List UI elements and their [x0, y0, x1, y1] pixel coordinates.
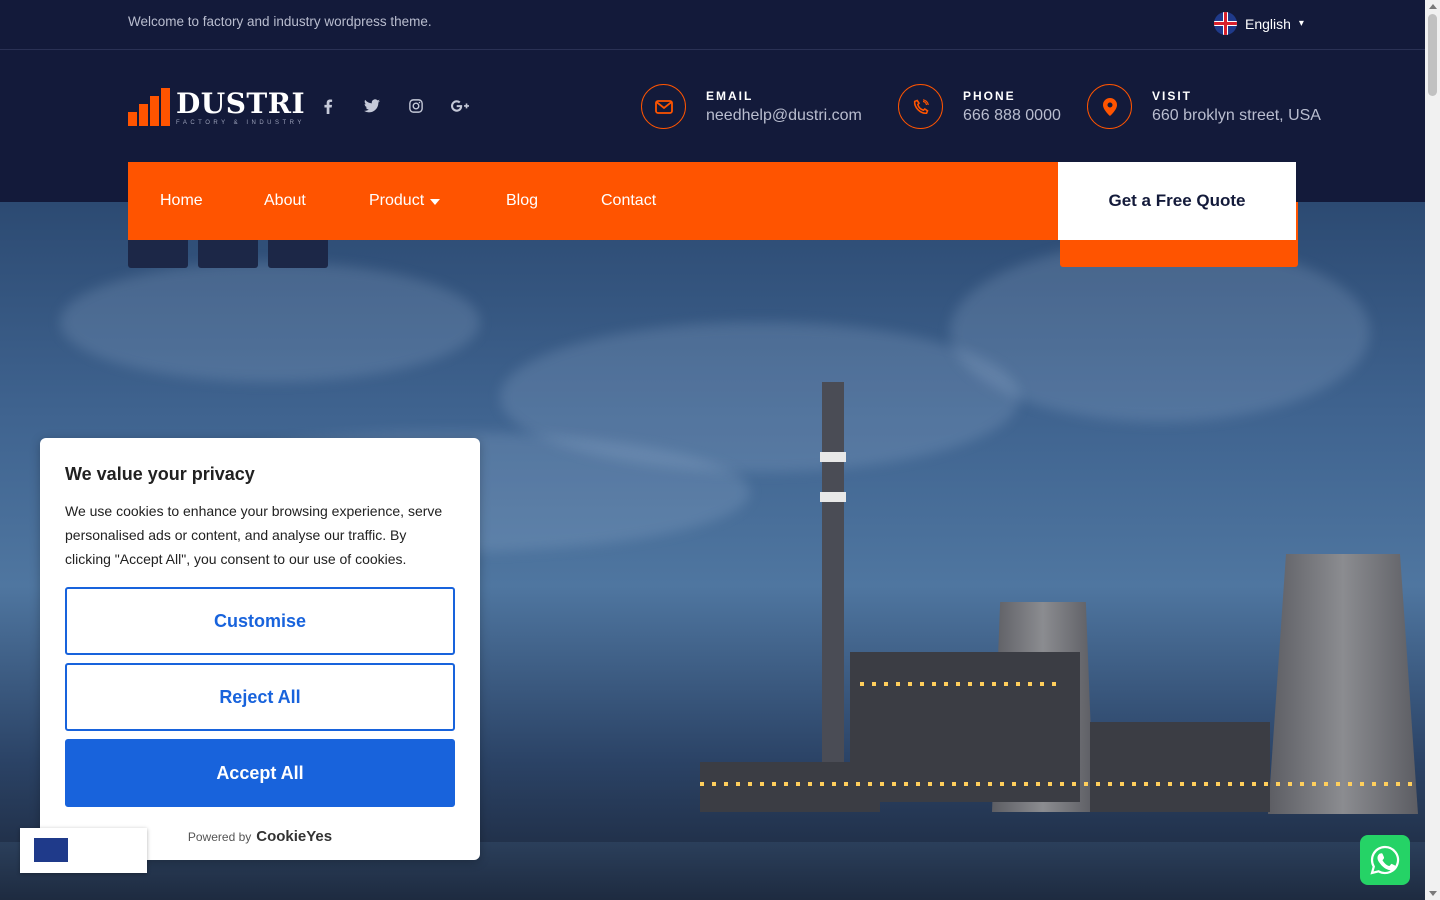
chevron-down-icon: ▾	[1298, 18, 1304, 29]
scroll-up-icon[interactable]	[1429, 4, 1437, 9]
nav-about[interactable]: About	[264, 192, 306, 210]
nav-product-label: Product	[369, 192, 425, 209]
contact-email[interactable]: EMAIL needhelp@dustri.com	[641, 84, 862, 129]
contact-visit[interactable]: VISIT 660 broklyn street, USA	[1087, 84, 1321, 129]
site-logo[interactable]: DUSTRI FACTORY & INDUSTRY	[128, 88, 305, 126]
logo-title: DUSTRI	[176, 87, 306, 120]
scroll-thumb[interactable]	[1428, 14, 1437, 96]
email-value[interactable]: needhelp@dustri.com	[706, 107, 862, 125]
whatsapp-button[interactable]	[1360, 835, 1410, 885]
main-nav: Home About Product Blog Contact	[128, 162, 1058, 240]
powered-by-label: Powered by	[187, 829, 252, 844]
uk-flag-icon	[34, 838, 68, 862]
get-free-quote-button[interactable]: Get a Free Quote	[1058, 162, 1296, 240]
logo-tagline: FACTORY & INDUSTRY	[176, 120, 305, 126]
language-selector[interactable]: English ▾	[1214, 12, 1304, 35]
page-scrollbar[interactable]	[1425, 0, 1440, 900]
nav-home[interactable]: Home	[160, 192, 203, 210]
customise-button[interactable]: Customise	[65, 587, 455, 655]
cookieyes-logo[interactable]: CookieYes	[256, 828, 332, 845]
cookie-title: We value your privacy	[65, 464, 255, 484]
phone-icon	[898, 84, 943, 129]
instagram-icon[interactable]	[406, 96, 426, 116]
social-links	[318, 96, 470, 116]
logo-bars-icon	[128, 88, 170, 126]
nav-blog[interactable]: Blog	[506, 192, 538, 210]
twitter-icon[interactable]	[362, 96, 382, 116]
email-label: EMAIL	[706, 88, 754, 103]
envelope-icon	[641, 84, 686, 129]
facebook-icon[interactable]	[318, 96, 338, 116]
language-label: English	[1245, 15, 1291, 32]
map-pin-icon	[1087, 84, 1132, 129]
google-plus-icon[interactable]	[450, 96, 470, 116]
accept-all-button[interactable]: Accept All	[65, 739, 455, 807]
visit-value[interactable]: 660 broklyn street, USA	[1152, 107, 1321, 125]
phone-value[interactable]: 666 888 0000	[963, 107, 1061, 125]
reject-all-button[interactable]: Reject All	[65, 663, 455, 731]
whatsapp-icon	[1370, 845, 1400, 875]
caret-down-icon	[430, 199, 441, 205]
nav-contact[interactable]: Contact	[601, 192, 656, 210]
cookie-consent-banner: We value your privacy We use cookies to …	[40, 438, 480, 860]
phone-label: PHONE	[963, 88, 1016, 103]
visit-label: VISIT	[1152, 88, 1193, 103]
language-widget[interactable]	[20, 828, 147, 873]
top-bar: Welcome to factory and industry wordpres…	[0, 0, 1425, 50]
cookie-description: We use cookies to enhance your browsing …	[65, 503, 443, 567]
uk-flag-icon	[1214, 12, 1237, 35]
scroll-down-icon[interactable]	[1429, 891, 1437, 896]
contact-phone[interactable]: PHONE 666 888 0000	[898, 84, 1061, 129]
welcome-text: Welcome to factory and industry wordpres…	[128, 14, 432, 29]
nav-product[interactable]: Product	[369, 192, 441, 210]
